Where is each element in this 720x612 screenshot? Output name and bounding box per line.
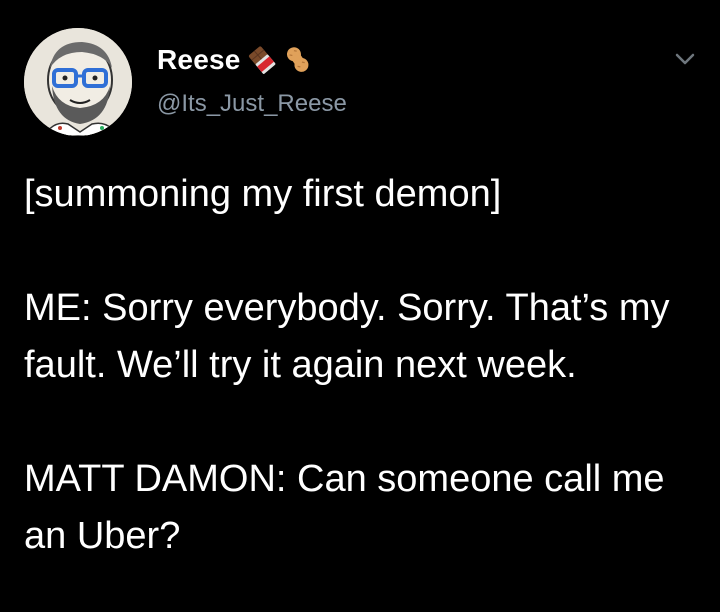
tweet-paragraph: MATT DAMON: Can someone call me an Uber? (24, 458, 676, 557)
display-name[interactable]: Reese (157, 42, 241, 78)
chocolate-bar-icon (247, 45, 277, 75)
avatar[interactable] (24, 28, 132, 136)
tweet-paragraph: ME: Sorry everybody. Sorry. That’s my fa… (24, 287, 681, 386)
tweet-text: [summoning my first demon] ME: Sorry eve… (24, 166, 704, 565)
avatar-illustration-icon (24, 28, 132, 136)
chevron-down-icon[interactable] (670, 44, 700, 74)
tweet-card: Reese @Its_Just_Reese [summoning my firs… (0, 0, 720, 612)
user-handle[interactable]: @Its_Just_Reese (157, 88, 347, 120)
display-name-row: Reese (157, 42, 313, 78)
tweet-paragraph: [summoning my first demon] (24, 173, 502, 215)
peanut-icon (283, 45, 313, 75)
